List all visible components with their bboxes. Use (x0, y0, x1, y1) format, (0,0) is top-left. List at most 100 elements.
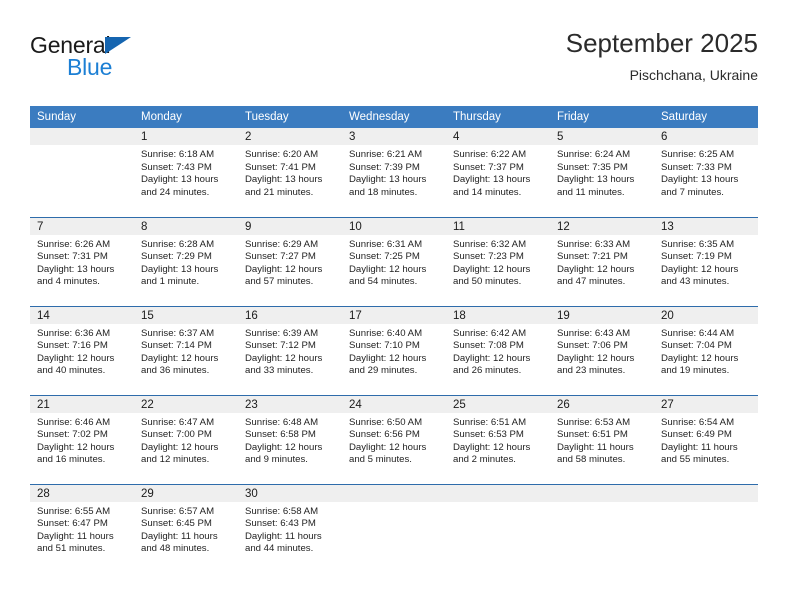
day-info-line: Sunset: 7:31 PM (37, 251, 108, 263)
day-info-line: Sunrise: 6:26 AM (37, 238, 111, 250)
calendar-day-cell[interactable]: 1 Sunrise: 6:18 AM Sunset: 7:43 PM Daylight… (134, 128, 238, 217)
day-number: 10 (342, 217, 446, 235)
calendar-day-cell[interactable]: 22 Sunrise: 6:47 AM Sunset: 7:00 PM Dayligh… (134, 394, 238, 484)
day-sun-info: Sunrise: 6:21 AM Sunset: 7:39 PM Daylight:… (342, 145, 446, 199)
calendar-day-cell[interactable]: 16 Sunrise: 6:39 AM Sunset: 7:12 PM Dayligh… (238, 305, 342, 395)
day-info-line: Sunrise: 6:32 AM (453, 238, 527, 250)
day-info-line: Daylight: 11 hours (37, 530, 114, 542)
calendar-day-cell[interactable]: 5 Sunrise: 6:24 AM Sunset: 7:35 PM Daylight… (550, 128, 654, 217)
day-info-line: and 12 minutes. (141, 454, 210, 466)
day-number: 27 (654, 395, 758, 413)
day-info-line: Sunset: 7:02 PM (37, 429, 108, 441)
day-info-line: Sunrise: 6:42 AM (453, 327, 527, 339)
day-info-line: Sunrise: 6:51 AM (453, 416, 527, 428)
day-number: 15 (134, 306, 238, 324)
day-sun-info: Sunrise: 6:43 AM Sunset: 7:06 PM Daylight:… (550, 324, 654, 378)
weekday-header-friday: Friday (550, 106, 654, 128)
calendar-day-cell[interactable]: 7 Sunrise: 6:26 AM Sunset: 7:31 PM Daylight… (30, 216, 134, 306)
calendar-day-cell[interactable]: 8 Sunrise: 6:28 AM Sunset: 7:29 PM Daylight… (134, 216, 238, 306)
day-sun-info: Sunrise: 6:32 AM Sunset: 7:23 PM Daylight:… (446, 235, 550, 289)
calendar-day-cell[interactable]: 13 Sunrise: 6:35 AM Sunset: 7:19 PM Dayligh… (654, 216, 758, 306)
day-info-line: and 58 minutes. (557, 454, 626, 466)
day-info-line: Sunrise: 6:53 AM (557, 416, 631, 428)
calendar-page: General Blue September 2025 Pischchana, … (0, 0, 792, 612)
calendar-week-row: 1 Sunrise: 6:18 AM Sunset: 7:43 PM Daylight… (30, 128, 758, 217)
day-info-line: Sunset: 6:53 PM (453, 429, 524, 441)
day-sun-info: Sunrise: 6:57 AM Sunset: 6:45 PM Daylight:… (134, 502, 238, 556)
calendar-day-cell[interactable]: 26 Sunrise: 6:53 AM Sunset: 6:51 PM Dayligh… (550, 394, 654, 484)
day-number: 14 (30, 306, 134, 324)
day-info-line: and 9 minutes. (245, 454, 308, 466)
calendar-day-cell[interactable]: 12 Sunrise: 6:33 AM Sunset: 7:21 PM Dayligh… (550, 216, 654, 306)
day-info-line: Sunset: 7:21 PM (557, 251, 628, 263)
day-sun-info: Sunrise: 6:44 AM Sunset: 7:04 PM Daylight:… (654, 324, 758, 378)
day-info-line: Daylight: 12 hours (661, 352, 739, 364)
calendar-day-cell[interactable]: 4 Sunrise: 6:22 AM Sunset: 7:37 PM Daylight… (446, 128, 550, 217)
day-number: 11 (446, 217, 550, 235)
calendar-day-cell[interactable]: 17 Sunrise: 6:40 AM Sunset: 7:10 PM Dayligh… (342, 305, 446, 395)
day-info-line: Daylight: 13 hours (245, 174, 323, 186)
calendar-day-cell[interactable]: 18 Sunrise: 6:42 AM Sunset: 7:08 PM Dayligh… (446, 305, 550, 395)
day-number: 28 (30, 484, 134, 502)
day-number: 29 (134, 484, 238, 502)
calendar-day-cell[interactable]: 9 Sunrise: 6:29 AM Sunset: 7:27 PM Daylight… (238, 216, 342, 306)
day-info-line: Sunrise: 6:25 AM (661, 149, 735, 160)
day-info-line: Sunrise: 6:40 AM (349, 327, 423, 339)
calendar-day-cell[interactable]: 21 Sunrise: 6:46 AM Sunset: 7:02 PM Dayligh… (30, 394, 134, 484)
day-number: 24 (342, 395, 446, 413)
title-block: September 2025 Pischchana, Ukraine (566, 28, 758, 84)
calendar-day-cell[interactable]: 2 Sunrise: 6:20 AM Sunset: 7:41 PM Daylight… (238, 128, 342, 217)
calendar-day-cell[interactable]: 19 Sunrise: 6:43 AM Sunset: 7:06 PM Dayligh… (550, 305, 654, 395)
calendar-day-cell[interactable]: 29 Sunrise: 6:57 AM Sunset: 6:45 PM Dayligh… (134, 483, 238, 573)
day-info-line: and 19 minutes. (661, 365, 730, 377)
day-info-line: Daylight: 12 hours (349, 352, 427, 364)
weekday-header-saturday: Saturday (654, 106, 758, 128)
calendar-day-cell[interactable]: 28 Sunrise: 6:55 AM Sunset: 6:47 PM Dayligh… (30, 483, 134, 573)
day-info-line: Sunset: 7:33 PM (661, 161, 732, 173)
day-info-line: Sunset: 6:56 PM (349, 429, 420, 441)
day-info-line: and 16 minutes. (37, 454, 106, 466)
day-info-line: and 11 minutes. (557, 186, 625, 198)
day-number: 17 (342, 306, 446, 324)
calendar-day-cell[interactable]: 3 Sunrise: 6:21 AM Sunset: 7:39 PM Daylight… (342, 128, 446, 217)
day-info-line: Sunset: 7:14 PM (141, 340, 212, 352)
day-info-line: Daylight: 12 hours (453, 352, 531, 364)
day-info-line: and 2 minutes. (453, 454, 516, 466)
calendar-day-cell[interactable]: 24 Sunrise: 6:50 AM Sunset: 6:56 PM Dayligh… (342, 394, 446, 484)
day-info-line: Daylight: 13 hours (557, 174, 635, 186)
page-header: General Blue September 2025 Pischchana, … (30, 28, 758, 90)
day-sun-info: Sunrise: 6:39 AM Sunset: 7:12 PM Daylight:… (238, 324, 342, 378)
calendar-day-cell[interactable]: 14 Sunrise: 6:36 AM Sunset: 7:16 PM Dayligh… (30, 305, 134, 395)
day-info-line: Sunset: 6:43 PM (245, 518, 316, 530)
day-info-line: Sunset: 7:23 PM (453, 251, 524, 263)
day-sun-info: Sunrise: 6:18 AM Sunset: 7:43 PM Daylight:… (134, 145, 238, 199)
day-info-line: and 33 minutes. (245, 365, 314, 377)
calendar-day-cell[interactable]: 11 Sunrise: 6:32 AM Sunset: 7:23 PM Dayligh… (446, 216, 550, 306)
calendar-day-cell[interactable]: 27 Sunrise: 6:54 AM Sunset: 6:49 PM Dayligh… (654, 394, 758, 484)
calendar-day-cell[interactable]: 10 Sunrise: 6:31 AM Sunset: 7:25 PM Dayligh… (342, 216, 446, 306)
day-info-line: Sunrise: 6:50 AM (349, 416, 423, 428)
logo-triangle-icon (105, 37, 131, 54)
calendar-day-cell[interactable]: 20 Sunrise: 6:44 AM Sunset: 7:04 PM Dayligh… (654, 305, 758, 395)
calendar-day-cell[interactable]: 30 Sunrise: 6:58 AM Sunset: 6:43 PM Dayligh… (238, 483, 342, 573)
day-info-line: Sunset: 6:51 PM (557, 429, 628, 441)
day-info-line: and 44 minutes. (245, 543, 314, 555)
day-number: 13 (654, 217, 758, 235)
day-sun-info: Sunrise: 6:51 AM Sunset: 6:53 PM Daylight:… (446, 413, 550, 467)
day-info-line: and 36 minutes. (141, 365, 210, 377)
calendar-week-row: 28 Sunrise: 6:55 AM Sunset: 6:47 PM Dayligh… (30, 483, 758, 573)
day-info-line: Daylight: 13 hours (141, 263, 219, 275)
day-sun-info: Sunrise: 6:48 AM Sunset: 6:58 PM Daylight:… (238, 413, 342, 467)
day-sun-info: Sunrise: 6:46 AM Sunset: 7:02 PM Daylight:… (30, 413, 134, 467)
day-info-line: and 40 minutes. (37, 365, 106, 377)
day-info-line: and 18 minutes. (349, 186, 418, 198)
day-info-line: Sunrise: 6:48 AM (245, 416, 319, 428)
day-info-line: Sunset: 7:12 PM (245, 340, 316, 352)
calendar-day-cell[interactable]: 6 Sunrise: 6:25 AM Sunset: 7:33 PM Daylight… (654, 128, 758, 217)
day-number: 18 (446, 306, 550, 324)
day-info-line: Sunset: 6:45 PM (141, 518, 212, 530)
calendar-day-cell[interactable]: 15 Sunrise: 6:37 AM Sunset: 7:14 PM Dayligh… (134, 305, 238, 395)
weekday-header-sunday: Sunday (30, 106, 134, 128)
calendar-day-cell[interactable]: 25 Sunrise: 6:51 AM Sunset: 6:53 PM Dayligh… (446, 394, 550, 484)
calendar-day-cell[interactable]: 23 Sunrise: 6:48 AM Sunset: 6:58 PM Dayligh… (238, 394, 342, 484)
